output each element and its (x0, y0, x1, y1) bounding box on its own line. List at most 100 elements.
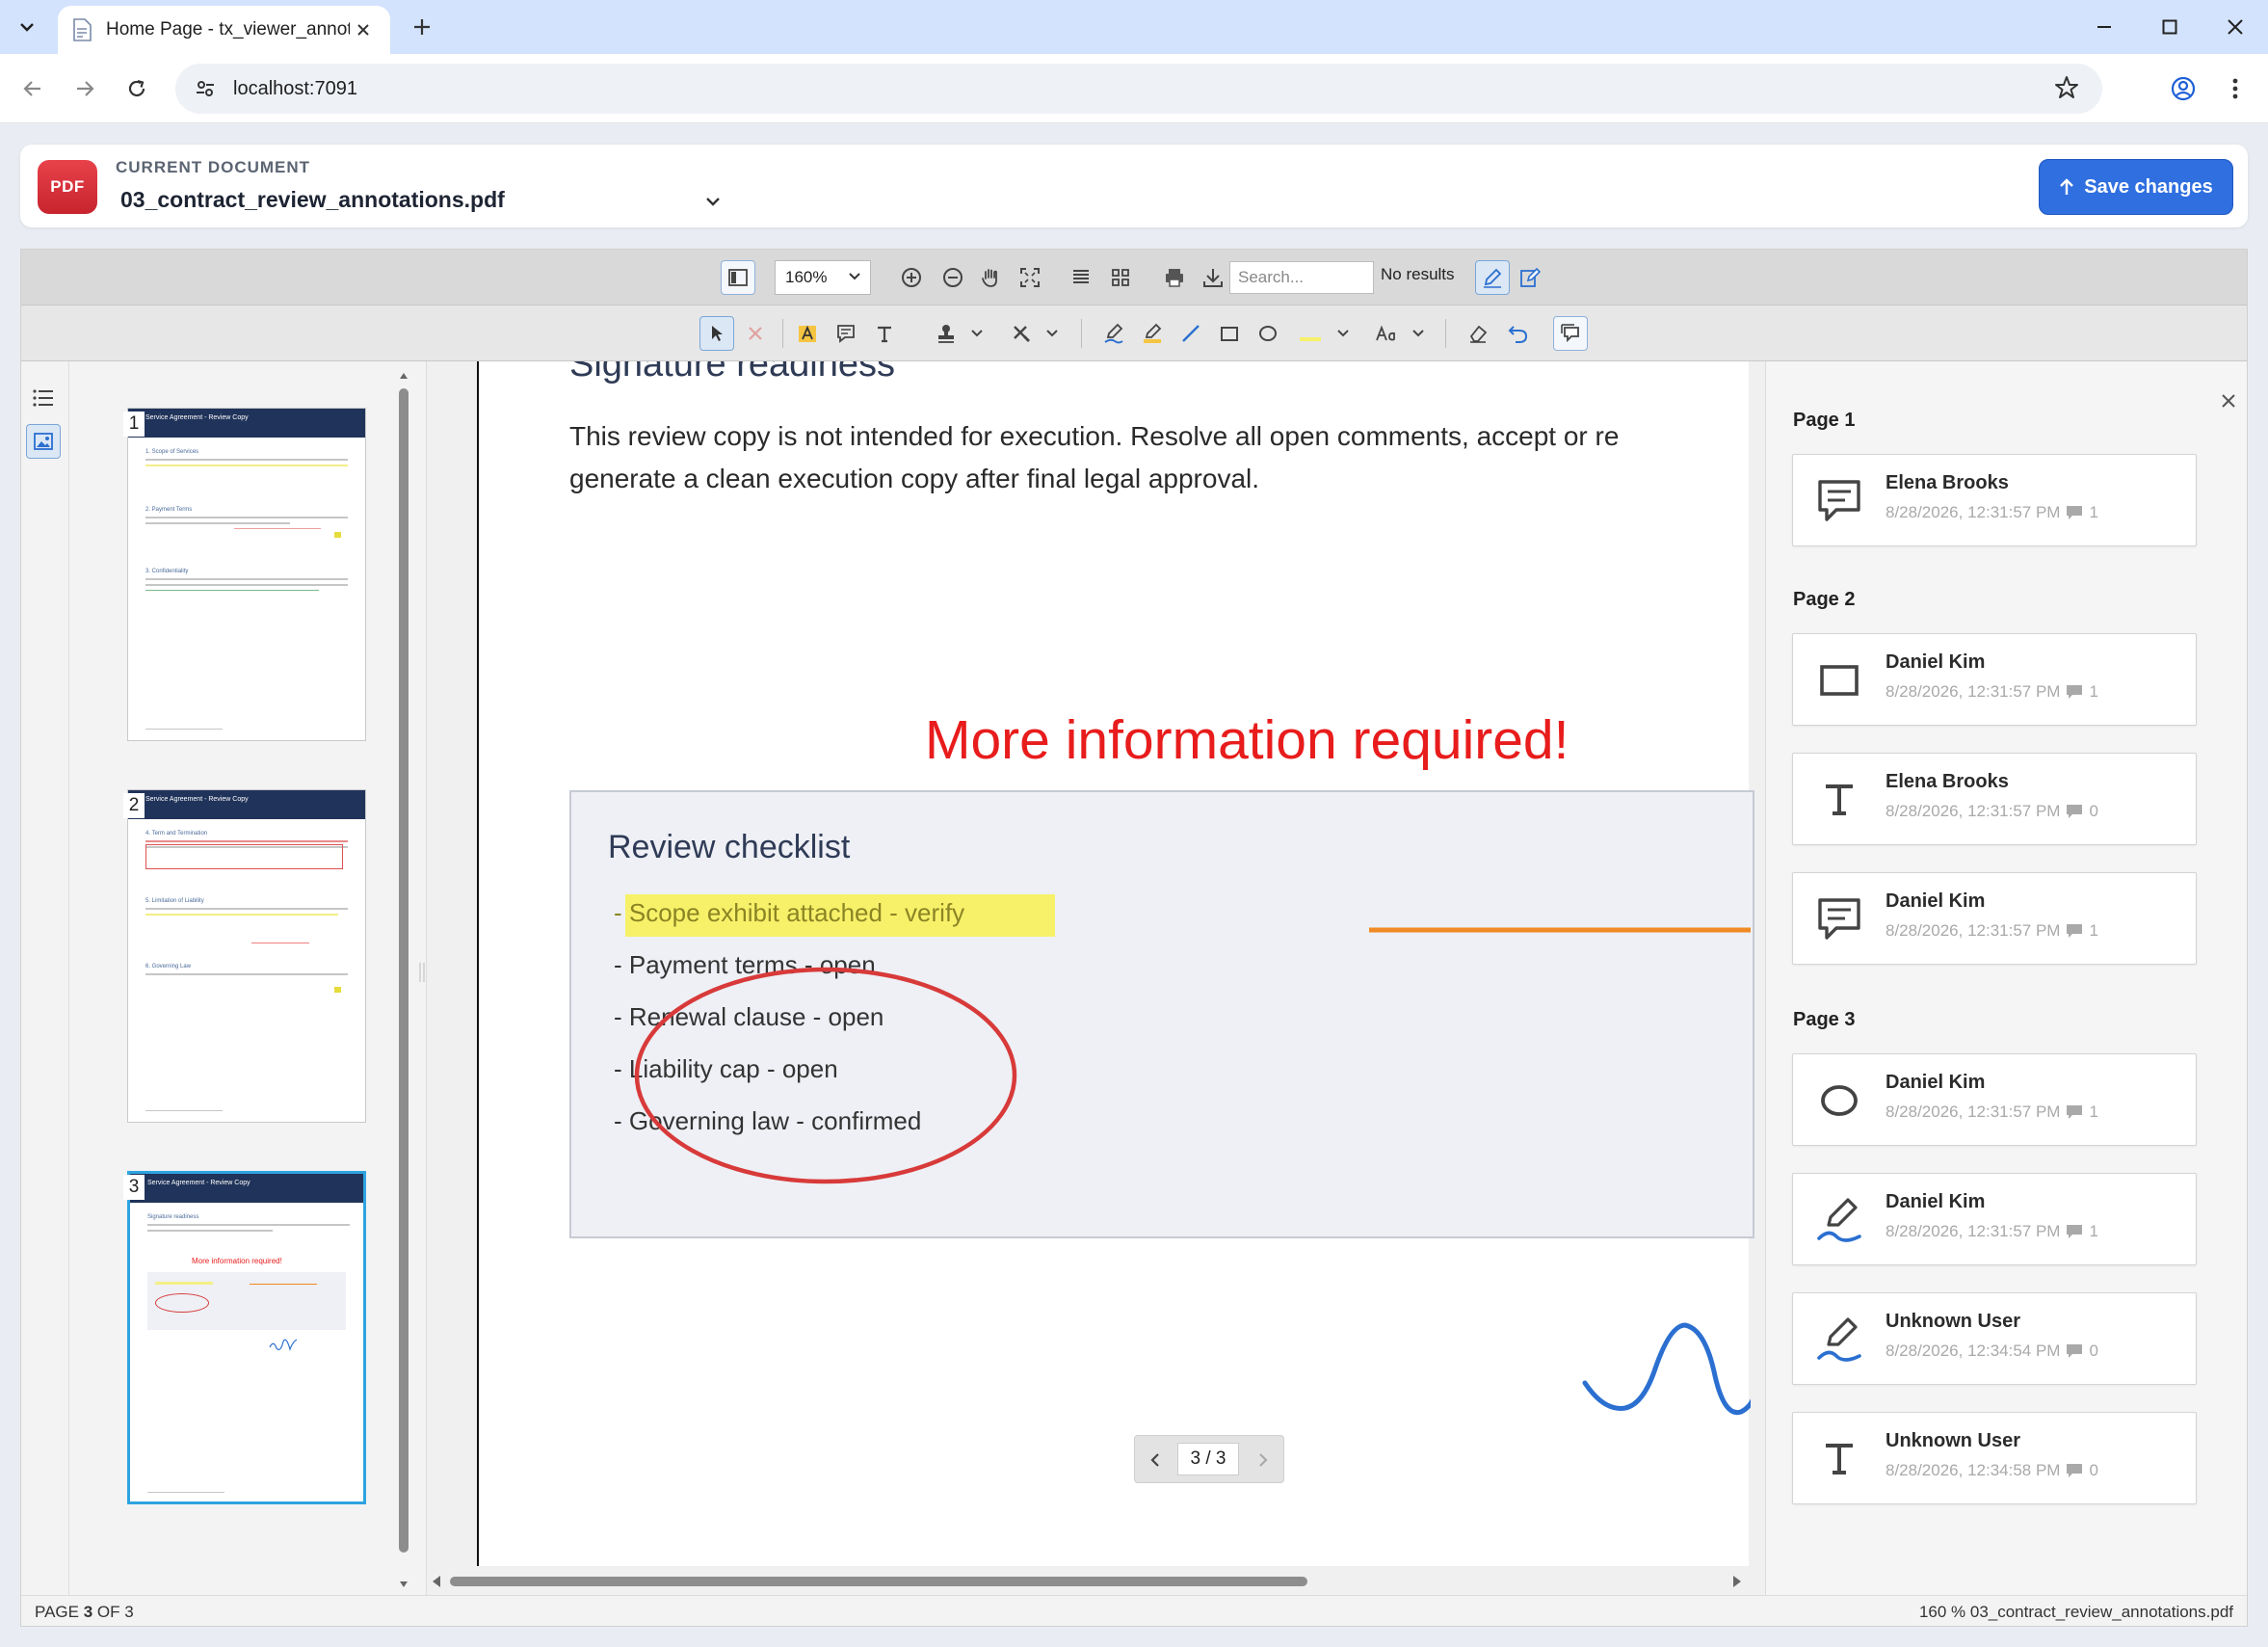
forward-button[interactable] (66, 69, 104, 108)
document-select-toggle[interactable] (699, 187, 727, 216)
color-menu-toggle[interactable] (1332, 316, 1355, 351)
font-menu-toggle[interactable] (1407, 316, 1430, 351)
pdf-viewer: 160% Search... No results Service Agreem… (20, 249, 2248, 1627)
comment-tool-button[interactable] (829, 316, 863, 351)
comment-card[interactable]: Unknown User 8/28/2026, 12:34:54 PM 0 (1792, 1292, 2197, 1385)
tab-search-button[interactable] (10, 10, 44, 44)
comment-card[interactable]: Elena Brooks 8/28/2026, 12:31:57 PM 1 (1792, 454, 2197, 546)
redact-tool-button[interactable] (1004, 316, 1039, 351)
comment-card[interactable]: Unknown User 8/28/2026, 12:34:58 PM 0 (1792, 1412, 2197, 1504)
document-icon (73, 18, 92, 41)
comments-panel-toggle[interactable] (1553, 316, 1588, 351)
stamp-menu-toggle[interactable] (965, 316, 989, 351)
delete-annotation-button[interactable] (738, 316, 773, 351)
comment-card[interactable]: Elena Brooks 8/28/2026, 12:31:57 PM 0 (1792, 753, 2197, 845)
comment-card[interactable]: Daniel Kim 8/28/2026, 12:31:57 PM 1 (1792, 872, 2197, 965)
ink-icon (1812, 1193, 1866, 1247)
fit-page-button[interactable] (1013, 260, 1047, 295)
form-edit-button[interactable] (1513, 260, 1547, 295)
ink-tool-button[interactable] (1096, 316, 1131, 351)
previous-page-button[interactable] (1143, 1448, 1168, 1473)
reload-button[interactable] (118, 69, 156, 108)
next-page-button[interactable] (1251, 1448, 1276, 1473)
rectangle-tool-button[interactable] (1212, 316, 1247, 351)
comments-icon (1561, 324, 1579, 343)
save-changes-button[interactable]: Save changes (2039, 159, 2233, 215)
redact-icon (1014, 326, 1030, 342)
toolbar-separator (1445, 319, 1446, 348)
bookmark-star-icon[interactable] (2054, 75, 2079, 105)
browser-menu-button[interactable] (2216, 69, 2255, 108)
arrow-right-icon (77, 81, 94, 96)
thumbnail-scrollbar[interactable] (398, 369, 409, 1593)
close-comments-button[interactable] (2214, 386, 2243, 415)
ellipse-tool-button[interactable] (1251, 316, 1285, 351)
reply-count-icon (2067, 685, 2083, 699)
print-button[interactable] (1157, 260, 1192, 295)
close-window-button[interactable] (2206, 6, 2264, 48)
ellipse-annotation[interactable] (634, 967, 1017, 1184)
browser-tab[interactable]: Home Page - tx_viewer_annotat (58, 6, 390, 54)
site-info-icon[interactable] (195, 76, 220, 101)
comment-meta: 8/28/2026, 12:31:57 PM 1 (1886, 503, 2098, 522)
maximize-button[interactable] (2141, 6, 2199, 48)
address-bar[interactable]: localhost:7091 (175, 64, 2102, 114)
comment-reply-count: 0 (2089, 1342, 2098, 1360)
eraser-tool-button[interactable] (1461, 316, 1495, 351)
ink-annotation[interactable] (1582, 1322, 1751, 1416)
page-thumbnail-1[interactable]: Service Agreement - Review Copy 1. Scope… (127, 408, 366, 741)
color-picker-button[interactable] (1293, 316, 1328, 351)
outline-tab[interactable] (26, 381, 61, 415)
font-tool-button[interactable] (1370, 316, 1405, 351)
single-page-button[interactable] (1064, 260, 1098, 295)
thumbnails-tab[interactable] (26, 424, 61, 459)
zoom-out-button[interactable] (936, 260, 970, 295)
select-tool-button[interactable] (699, 316, 734, 351)
reload-icon (128, 79, 145, 97)
stamp-tool-button[interactable] (929, 316, 963, 351)
comment-time: 8/28/2026, 12:31:57 PM (1886, 1102, 2061, 1121)
comment-icon (1812, 892, 1866, 946)
minimize-button[interactable] (2075, 6, 2133, 48)
document-horizontal-scrollbar[interactable] (427, 1570, 1765, 1593)
comment-time: 8/28/2026, 12:31:57 PM (1886, 503, 2061, 521)
comment-author: Elena Brooks (1886, 771, 2009, 792)
arrow-up-icon (2060, 178, 2074, 195)
zoom-select[interactable]: 160% (775, 260, 871, 295)
annotation-mode-button[interactable] (1475, 260, 1510, 295)
maximize-icon (2162, 19, 2177, 35)
line-tool-button[interactable] (1174, 316, 1208, 351)
grid-view-button[interactable] (1103, 260, 1138, 295)
highlighter-tool-button[interactable] (1135, 316, 1170, 351)
toggle-sidebar-button[interactable] (721, 260, 755, 295)
comment-author: Daniel Kim (1886, 1072, 1986, 1093)
free-text-tool-button[interactable] (867, 316, 902, 351)
back-button[interactable] (13, 69, 52, 108)
highlighter-icon (1144, 323, 1162, 343)
search-input[interactable]: Search... (1229, 261, 1374, 294)
plus-icon (414, 19, 430, 35)
line-icon (1182, 325, 1200, 342)
text-icon (1812, 773, 1866, 827)
comment-card[interactable]: Daniel Kim 8/28/2026, 12:31:57 PM 1 (1792, 1053, 2197, 1146)
text-highlight-tool-button[interactable] (790, 316, 825, 351)
page-number-input[interactable]: 3 / 3 (1177, 1443, 1239, 1475)
tab-close-button[interactable] (350, 16, 377, 43)
pan-tool-button[interactable] (973, 260, 1008, 295)
new-tab-button[interactable] (405, 10, 439, 44)
page-thumbnail-3[interactable]: Service Agreement - Review Copy Signatur… (127, 1171, 366, 1504)
profile-button[interactable] (2164, 69, 2202, 108)
panel-resizer[interactable] (419, 963, 425, 982)
edit-icon (1520, 267, 1541, 287)
comment-card[interactable]: Daniel Kim 8/28/2026, 12:31:57 PM 1 (1792, 633, 2197, 726)
reply-count-icon (2067, 1344, 2083, 1358)
zoom-in-button[interactable] (894, 260, 929, 295)
download-button[interactable] (1196, 260, 1230, 295)
page-thumbnail-2[interactable]: Service Agreement - Review Copy 4. Term … (127, 789, 366, 1123)
undo-button[interactable] (1501, 316, 1536, 351)
document-select[interactable]: 03_contract_review_annotations.pdf (120, 187, 505, 213)
comment-meta: 8/28/2026, 12:34:54 PM 0 (1886, 1342, 2098, 1361)
comment-card[interactable]: Daniel Kim 8/28/2026, 12:31:57 PM 1 (1792, 1173, 2197, 1265)
redact-menu-toggle[interactable] (1041, 316, 1064, 351)
zoom-and-filename: 160 % 03_contract_review_annotations.pdf (1918, 1603, 2233, 1621)
